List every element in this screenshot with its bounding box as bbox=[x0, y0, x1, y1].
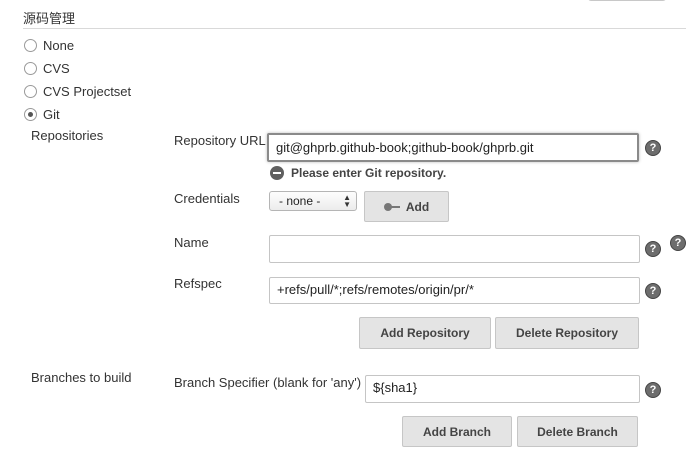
repositories-label: Repositories bbox=[31, 128, 104, 143]
refspec-input[interactable]: +refs/pull/*;refs/remotes/origin/pr/* bbox=[269, 277, 640, 304]
add-credentials-label: Add bbox=[405, 199, 430, 214]
help-icon[interactable]: ? bbox=[645, 241, 661, 257]
help-icon[interactable]: ? bbox=[645, 140, 661, 156]
delete-repository-button[interactable]: Delete Repository bbox=[495, 317, 639, 349]
scm-option-label: CVS bbox=[43, 61, 70, 76]
branches-to-build-label: Branches to build bbox=[31, 370, 132, 385]
error-message: Please enter Git repository. bbox=[291, 166, 447, 180]
help-icon[interactable]: ? bbox=[645, 382, 661, 398]
key-icon bbox=[383, 202, 400, 211]
refspec-label: Refspec bbox=[174, 276, 222, 291]
radio-cvs-projectset[interactable] bbox=[24, 85, 37, 98]
select-arrows-icon: ▲ ▼ bbox=[343, 193, 351, 209]
scm-option-none[interactable]: None bbox=[24, 38, 74, 53]
help-icon[interactable]: ? bbox=[645, 283, 661, 299]
radio-cvs[interactable] bbox=[24, 62, 37, 75]
add-repository-button[interactable]: Add Repository bbox=[359, 317, 491, 349]
scm-option-label: CVS Projectset bbox=[43, 84, 132, 99]
scm-option-cvs[interactable]: CVS bbox=[24, 61, 70, 76]
scm-option-label: None bbox=[43, 38, 75, 53]
section-title: 源码管理 bbox=[23, 11, 76, 26]
error-icon bbox=[270, 166, 284, 180]
scm-option-git[interactable]: Git bbox=[24, 107, 60, 122]
radio-git[interactable] bbox=[24, 108, 37, 121]
repository-url-label: Repository URL bbox=[174, 133, 266, 148]
name-input[interactable] bbox=[269, 235, 640, 263]
scm-option-label: Git bbox=[43, 107, 60, 122]
radio-none[interactable] bbox=[24, 39, 37, 52]
repository-url-input[interactable]: git@ghprb.github-book;github-book/ghprb.… bbox=[267, 133, 639, 162]
top-button-edge bbox=[588, 0, 666, 1]
branch-specifier-label: Branch Specifier (blank for 'any') bbox=[174, 375, 362, 390]
scm-option-cvs-projectset[interactable]: CVS Projectset bbox=[24, 84, 131, 99]
name-label: Name bbox=[174, 235, 209, 250]
credentials-value: - none - bbox=[279, 194, 321, 208]
credentials-select[interactable]: - none - ▲ ▼ bbox=[269, 191, 357, 211]
help-icon[interactable]: ? bbox=[670, 235, 686, 251]
delete-branch-button[interactable]: Delete Branch bbox=[517, 416, 638, 447]
section-divider bbox=[23, 28, 686, 29]
add-branch-button[interactable]: Add Branch bbox=[402, 416, 512, 447]
repository-error: Please enter Git repository. bbox=[270, 166, 446, 180]
credentials-label: Credentials bbox=[174, 191, 240, 206]
add-credentials-button[interactable]: Add bbox=[364, 191, 449, 222]
branch-specifier-input[interactable]: ${sha1} bbox=[365, 375, 640, 403]
